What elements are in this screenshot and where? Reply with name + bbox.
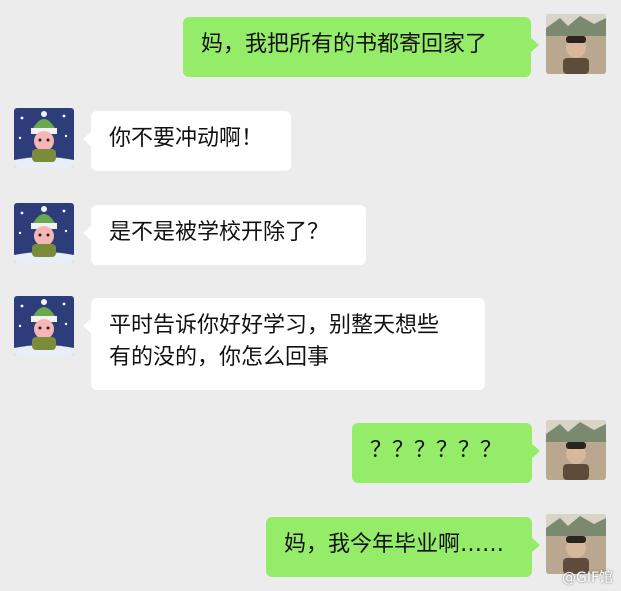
mother-avatar[interactable]: [14, 108, 74, 168]
message-bubble-sent[interactable]: 妈，我今年毕业啊……: [266, 517, 540, 577]
message-text-line-1: 平时告诉你好好学习，别整天想些: [109, 313, 440, 338]
message-text: 妈，我把所有的书都寄回家了: [201, 32, 488, 57]
message-text: 妈，我今年毕业啊……: [284, 532, 505, 557]
chat-conversation: 妈，我把所有的书都寄回家了 你不要冲动啊！ 是不是被学校开除了？ 平时告诉你好好…: [0, 0, 621, 591]
message-bubble-sent[interactable]: 妈，我把所有的书都寄回家了: [183, 17, 539, 77]
message-bubble-sent[interactable]: ？？？？？？: [352, 423, 540, 483]
message-bubble-received[interactable]: 你不要冲动啊！: [83, 111, 291, 171]
son-avatar[interactable]: [546, 14, 606, 74]
message-text-line-2: 有的没的，你怎么回事: [109, 345, 330, 370]
son-photo-icon: [546, 420, 606, 480]
weibo-watermark: @GIF馆: [561, 570, 613, 586]
knit-hat-character-icon: [14, 203, 74, 263]
son-avatar[interactable]: [546, 420, 606, 480]
knit-hat-character-icon: [14, 296, 74, 356]
message-bubble-received[interactable]: 平时告诉你好好学习，别整天想些 有的没的，你怎么回事: [83, 298, 485, 390]
mother-avatar[interactable]: [14, 296, 74, 356]
knit-hat-character-icon: [14, 108, 74, 168]
message-text: ？？？？？？: [370, 438, 503, 463]
son-photo-icon: [546, 514, 606, 574]
son-photo-icon: [546, 14, 606, 74]
message-text: 你不要冲动啊！: [109, 126, 264, 151]
message-text: 是不是被学校开除了？: [109, 220, 330, 245]
son-avatar[interactable]: [546, 514, 606, 574]
mother-avatar[interactable]: [14, 203, 74, 263]
message-bubble-received[interactable]: 是不是被学校开除了？: [83, 205, 366, 265]
